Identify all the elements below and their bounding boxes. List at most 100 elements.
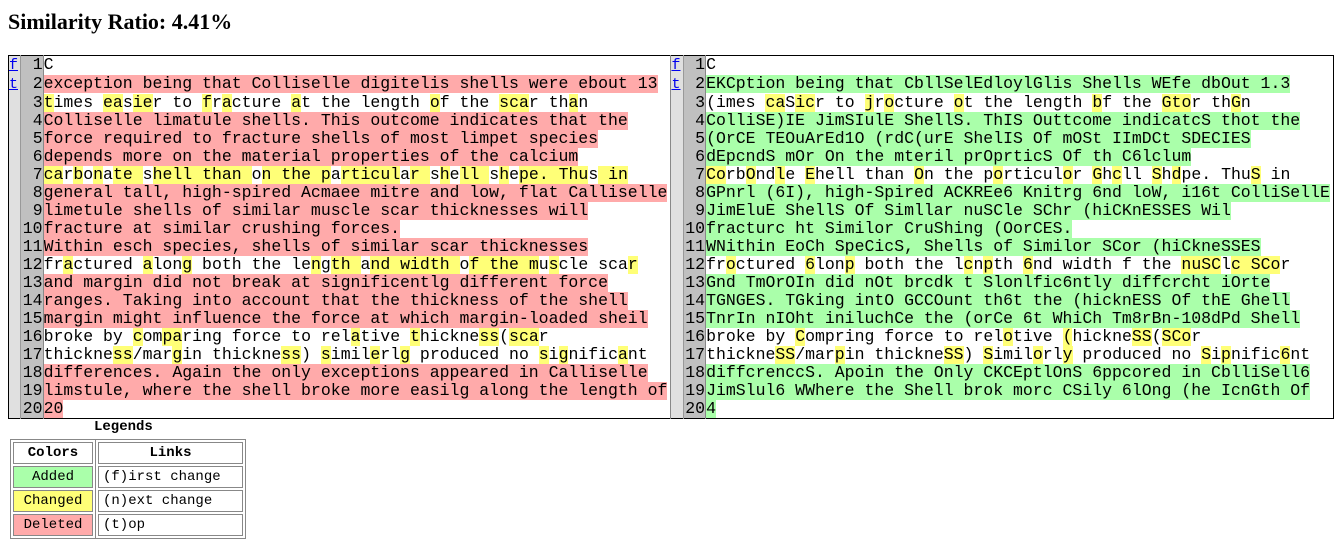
diff-row: 12 fractured along both the length and wi… bbox=[8, 256, 1334, 274]
left-line-text: exception being that Colliselle digiteli… bbox=[43, 75, 671, 94]
line-number: 19 bbox=[20, 382, 44, 400]
diff-text: nt bbox=[1290, 346, 1311, 364]
diff-highlight: O bbox=[745, 166, 756, 184]
diff-text: ( bbox=[1151, 328, 1162, 346]
diff-text: fr bbox=[706, 256, 726, 274]
nav-cell: t bbox=[670, 75, 684, 94]
diff-highlight: l bbox=[775, 166, 786, 184]
diff-text: ll bbox=[1122, 166, 1152, 184]
legend-top: (t)op bbox=[98, 514, 243, 536]
line-number-value: 14 bbox=[22, 291, 43, 310]
diff-highlight: t bbox=[410, 328, 420, 346]
diff-highlight: f the m bbox=[469, 256, 539, 274]
top-link[interactable]: t bbox=[9, 76, 18, 93]
diff-highlight: a bbox=[221, 94, 232, 112]
diff-highlight: j bbox=[864, 94, 875, 112]
line-number-value: 13 bbox=[22, 273, 43, 292]
diff-highlight: limetule shells of similar muscle scar t… bbox=[43, 202, 589, 220]
line-number: 3 bbox=[683, 94, 707, 112]
line-number-value: 1 bbox=[32, 55, 43, 74]
line-number: 8 bbox=[683, 184, 707, 202]
top-link[interactable]: t bbox=[671, 76, 680, 93]
line-number-value: 18 bbox=[685, 363, 706, 382]
right-line-text: froctured 6lonp both the lcnpth 6nd widt… bbox=[706, 256, 1334, 274]
diff-highlight: limstule, where the shell broke more eas… bbox=[43, 382, 668, 400]
diff-highlight: ss bbox=[479, 328, 500, 346]
diff-text: f the bbox=[439, 94, 500, 112]
line-number-value: 2 bbox=[32, 74, 43, 93]
diff-row: 7 carbonate shell than on the particular … bbox=[8, 165, 1334, 184]
diff-highlight: r bbox=[410, 166, 430, 184]
nav-cell bbox=[8, 238, 22, 256]
diff-text: a bbox=[400, 166, 411, 184]
line-number: 9 bbox=[683, 202, 707, 220]
diff-highlight: O bbox=[914, 166, 924, 184]
nav-cell bbox=[670, 112, 684, 130]
diff-highlight: 6 bbox=[805, 256, 815, 274]
diff-highlight: depends more on the material properties … bbox=[43, 148, 579, 166]
diff-highlight: nd width bbox=[370, 256, 460, 274]
line-number-value: 5 bbox=[695, 129, 706, 148]
diff-text: in thickne bbox=[844, 346, 944, 364]
line-number: 17 bbox=[20, 346, 44, 364]
first-change-link[interactable]: f bbox=[671, 57, 680, 74]
diff-text: ompring force to rel bbox=[805, 328, 1004, 346]
line-number: 15 bbox=[683, 310, 707, 328]
first-change-link[interactable]: f bbox=[9, 57, 18, 74]
diff-highlight: o bbox=[429, 94, 440, 112]
diff-highlight: JimEluE ShellS Of Simllar nuSCle SChr (h… bbox=[706, 202, 1231, 220]
diff-highlight: a bbox=[142, 256, 153, 274]
diff-highlight: S bbox=[983, 346, 994, 364]
diff-text: produced no bbox=[1072, 346, 1202, 364]
nav-cell bbox=[670, 400, 684, 419]
diff-text: lon bbox=[152, 256, 183, 274]
diff-text: ) bbox=[301, 346, 321, 364]
diff-text: hickne bbox=[1072, 328, 1132, 346]
diff-text: t the length bbox=[301, 94, 430, 112]
line-number-value: 13 bbox=[685, 273, 706, 292]
line-number-value: 7 bbox=[32, 165, 43, 184]
diff-highlight: h bbox=[499, 166, 510, 184]
nav-cell bbox=[8, 94, 22, 112]
left-line-text: limstule, where the shell broke more eas… bbox=[43, 382, 671, 400]
right-line-text: TGNGES. TGking intO GCCOunt th6t the (hi… bbox=[706, 292, 1334, 310]
left-line-text: and margin did not break at significentl… bbox=[43, 274, 671, 292]
diff-row: 8 general tall, high-spired Acmaee mitre … bbox=[8, 184, 1334, 202]
nav-cell bbox=[670, 328, 684, 346]
similarity-ratio-title: Similarity Ratio: 4.41% bbox=[8, 9, 233, 34]
diff-text: i bbox=[548, 346, 559, 364]
diff-highlight: ca bbox=[765, 94, 786, 112]
diff-highlight: G bbox=[1092, 166, 1103, 184]
line-number-value: 15 bbox=[22, 309, 43, 328]
diff-highlight: Within esch species, shells of similar s… bbox=[43, 238, 589, 256]
diff-highlight: EKCption being that CbllSelEdloylGlis Sh… bbox=[706, 75, 1291, 93]
diff-highlight: c SCo bbox=[1230, 256, 1281, 274]
diff-highlight: n bbox=[310, 256, 321, 274]
nav-cell bbox=[670, 148, 684, 166]
diff-text: h bbox=[1161, 166, 1172, 184]
left-line-text: general tall, high-spired Acmaee mitre a… bbox=[43, 184, 671, 202]
diff-highlight: y bbox=[1062, 346, 1073, 364]
diff-highlight: ea bbox=[103, 94, 123, 112]
diff-text: /mar bbox=[795, 346, 835, 364]
line-number: 10 bbox=[683, 220, 707, 238]
diff-highlight: pa bbox=[162, 328, 183, 346]
diff-highlight: TGNGES. TGking intO GCCOunt th6t the (hi… bbox=[706, 292, 1291, 310]
line-number-value: 16 bbox=[685, 327, 706, 346]
right-line-text: broke by Compring force to relotive (hic… bbox=[706, 328, 1334, 346]
diff-highlight: b bbox=[73, 166, 84, 184]
diff-text: produced no bbox=[410, 346, 539, 364]
line-number: 4 bbox=[20, 112, 44, 130]
diff-text: o bbox=[459, 256, 470, 274]
colors-header: Colors bbox=[13, 442, 93, 464]
diff-highlight: exception being that Colliselle digiteli… bbox=[43, 75, 658, 93]
diff-highlight: p bbox=[983, 256, 994, 274]
diff-text: f the bbox=[1102, 94, 1162, 112]
diff-text: e bbox=[509, 166, 520, 184]
diff-text: e bbox=[785, 166, 806, 184]
left-line-text: fractured along both the length and widt… bbox=[43, 256, 671, 274]
line-number: 2 bbox=[683, 75, 707, 94]
nav-cell: t bbox=[8, 75, 22, 94]
right-line-text: fracturc ht Similor CruShing (OorCES. bbox=[706, 220, 1334, 238]
diff-text: a bbox=[330, 166, 341, 184]
